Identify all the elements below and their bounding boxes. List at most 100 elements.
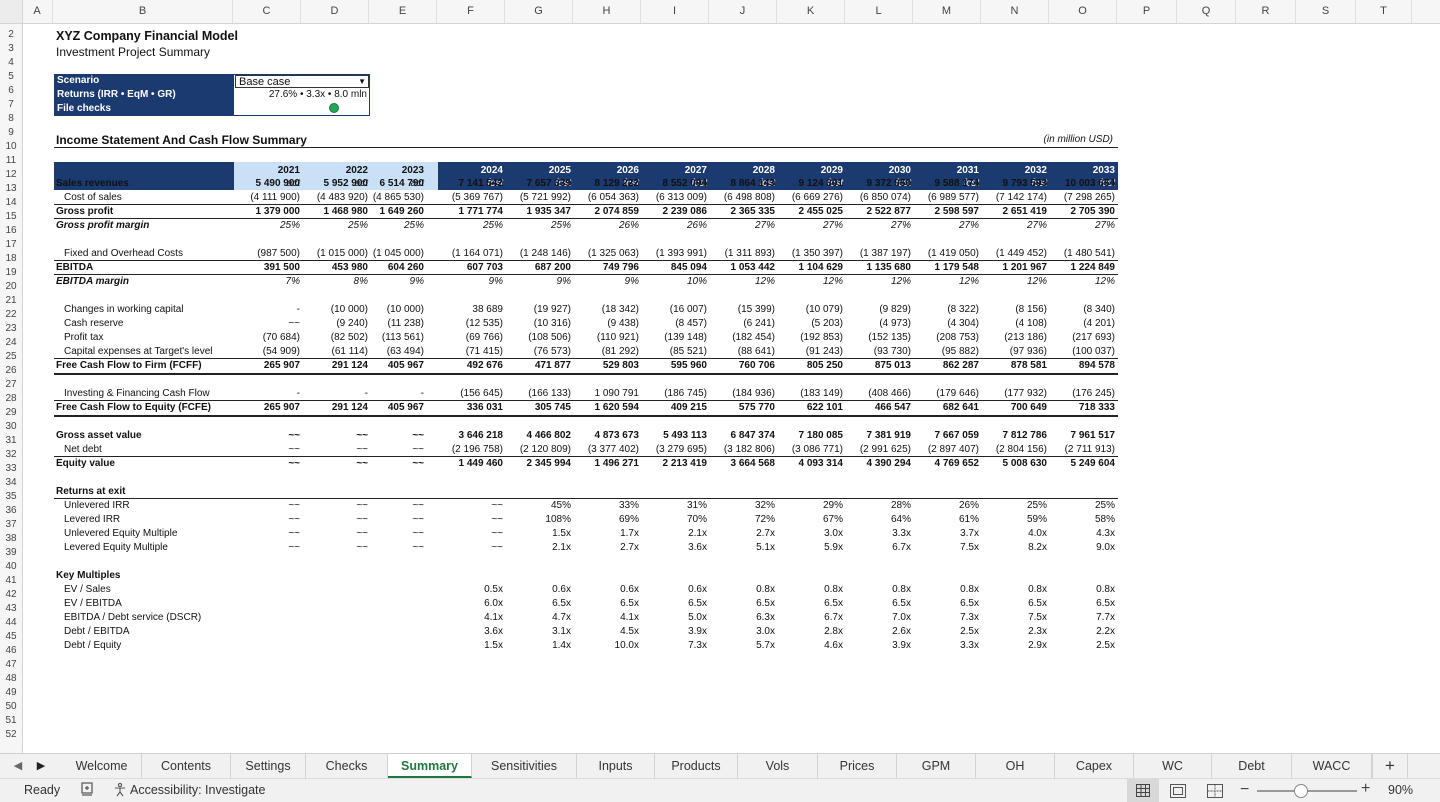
value-cell[interactable]: 718 333 [1035, 401, 1115, 415]
value-cell[interactable]: (10 000) [344, 303, 424, 317]
sheet-tab[interactable]: GPM [897, 754, 976, 778]
column-header[interactable]: S [1296, 0, 1356, 23]
column-header[interactable]: B [53, 0, 233, 23]
value-cell[interactable]: 12% [1035, 275, 1115, 289]
value-cell[interactable]: 894 578 [1035, 359, 1115, 373]
row-header[interactable]: 11 [0, 154, 22, 168]
row-header[interactable]: 10 [0, 140, 22, 154]
sheet-tab[interactable]: Contents [142, 754, 231, 778]
page-break-icon[interactable] [1207, 784, 1223, 798]
row-header[interactable]: 40 [0, 560, 22, 574]
zoom-out-icon[interactable]: − [1240, 781, 1249, 799]
value-cell[interactable]: (100 037) [1035, 345, 1115, 359]
row-header[interactable]: 32 [0, 448, 22, 462]
value-cell[interactable] [1035, 569, 1115, 583]
row-header[interactable]: 13 [0, 182, 22, 196]
value-cell[interactable]: 10 003 654 [1035, 177, 1115, 191]
value-cell[interactable]: ~~ [344, 527, 424, 541]
zoom-slider-thumb[interactable] [1294, 784, 1309, 798]
sheet-tab[interactable]: Summary [388, 754, 472, 778]
page-layout-icon[interactable] [1170, 784, 1186, 798]
sheet-tab[interactable]: Prices [818, 754, 897, 778]
column-header[interactable]: C [233, 0, 301, 23]
row-header[interactable]: 37 [0, 518, 22, 532]
row-header[interactable]: 39 [0, 546, 22, 560]
value-cell[interactable]: 6.5x [1035, 597, 1115, 611]
row-header[interactable]: 50 [0, 700, 22, 714]
row-header[interactable]: 25 [0, 350, 22, 364]
value-cell[interactable]: (11 238) [344, 317, 424, 331]
row-header[interactable]: 4 [0, 56, 22, 70]
value-cell[interactable]: (2 711 913) [1035, 443, 1115, 457]
value-cell[interactable] [344, 583, 424, 597]
row-header[interactable]: 35 [0, 490, 22, 504]
right-arrow-icon[interactable]: ▶ [34, 758, 48, 774]
value-cell[interactable]: 7.7x [1035, 611, 1115, 625]
row-header[interactable]: 38 [0, 532, 22, 546]
row-header[interactable]: 42 [0, 588, 22, 602]
zoom-level[interactable]: 90% [1388, 783, 1413, 797]
value-cell[interactable]: ~~ [344, 429, 424, 443]
value-cell[interactable]: (4 865 530) [344, 191, 424, 205]
row-header[interactable]: 51 [0, 714, 22, 728]
column-header[interactable]: N [981, 0, 1049, 23]
value-cell[interactable]: 6 514 790 [344, 177, 425, 191]
row-header[interactable]: 3 [0, 42, 22, 56]
value-cell[interactable]: 2 705 390 [1035, 205, 1116, 219]
row-header[interactable]: 36 [0, 504, 22, 518]
row-header[interactable]: 9 [0, 126, 22, 140]
row-header[interactable]: 29 [0, 406, 22, 420]
value-cell[interactable]: ~~ [344, 457, 424, 471]
sheet-tab[interactable]: Vols [738, 754, 818, 778]
value-cell[interactable]: (8 340) [1035, 303, 1115, 317]
accessibility-status[interactable]: Accessibility: Investigate [130, 783, 265, 797]
sheet-tab[interactable]: Inputs [577, 754, 655, 778]
value-cell[interactable] [344, 625, 424, 639]
row-header[interactable]: 27 [0, 378, 22, 392]
value-cell[interactable]: 0.8x [1035, 583, 1115, 597]
row-header[interactable]: 34 [0, 476, 22, 490]
column-headers[interactable]: ABCDEFGHIJKLMNOPQRST [0, 0, 1440, 24]
value-cell[interactable]: 9% [344, 275, 424, 289]
row-header[interactable]: 23 [0, 322, 22, 336]
sheet-tab[interactable]: Capex [1055, 754, 1134, 778]
spreadsheet-grid[interactable]: ABCDEFGHIJKLMNOPQRST 2 3 4 5 6 7 8 9 10 11 12 13 14 1… [0, 0, 1440, 753]
row-header[interactable]: 14 [0, 196, 22, 210]
value-cell[interactable]: 2.5x [1035, 639, 1115, 653]
sheet-tab[interactable]: Settings [231, 754, 306, 778]
value-cell[interactable]: 9.0x [1035, 541, 1115, 555]
value-cell[interactable]: ~~ [344, 541, 424, 555]
row-header[interactable]: 33 [0, 462, 22, 476]
sheet-tab[interactable]: WC [1134, 754, 1212, 778]
value-cell[interactable] [344, 569, 424, 583]
sheet-tab[interactable]: WACC [1292, 754, 1372, 778]
sheet-tab[interactable]: Debt [1212, 754, 1292, 778]
row-header[interactable]: 31 [0, 434, 22, 448]
row-header[interactable]: 45 [0, 630, 22, 644]
row-header[interactable]: 7 [0, 98, 22, 112]
row-header[interactable]: 15 [0, 210, 22, 224]
sheet-tab[interactable]: OH [976, 754, 1055, 778]
value-cell[interactable]: (176 245) [1035, 387, 1115, 401]
column-header[interactable]: E [369, 0, 437, 23]
value-cell[interactable]: 25% [1035, 499, 1115, 513]
value-cell[interactable] [344, 485, 424, 499]
value-cell[interactable]: 604 260 [344, 261, 424, 275]
value-cell[interactable]: - [344, 387, 424, 401]
row-headers[interactable]: 2 3 4 5 6 7 8 9 10 11 12 13 14 15 16 17 18 19 20 21 22 23 24 25… [0, 23, 23, 753]
value-cell[interactable]: 58% [1035, 513, 1115, 527]
row-header[interactable]: 44 [0, 616, 22, 630]
column-header[interactable]: G [505, 0, 573, 23]
row-header[interactable]: 19 [0, 266, 22, 280]
normal-view-button[interactable] [1127, 779, 1159, 802]
column-header[interactable]: I [641, 0, 709, 23]
column-header[interactable]: O [1049, 0, 1117, 23]
row-header[interactable]: 22 [0, 308, 22, 322]
column-header[interactable]: F [437, 0, 505, 23]
row-header[interactable]: 49 [0, 686, 22, 700]
zoom-in-icon[interactable]: + [1361, 780, 1370, 798]
row-header[interactable]: 6 [0, 84, 22, 98]
row-header[interactable]: 47 [0, 658, 22, 672]
row-header[interactable]: 16 [0, 224, 22, 238]
column-header[interactable]: Q [1177, 0, 1236, 23]
